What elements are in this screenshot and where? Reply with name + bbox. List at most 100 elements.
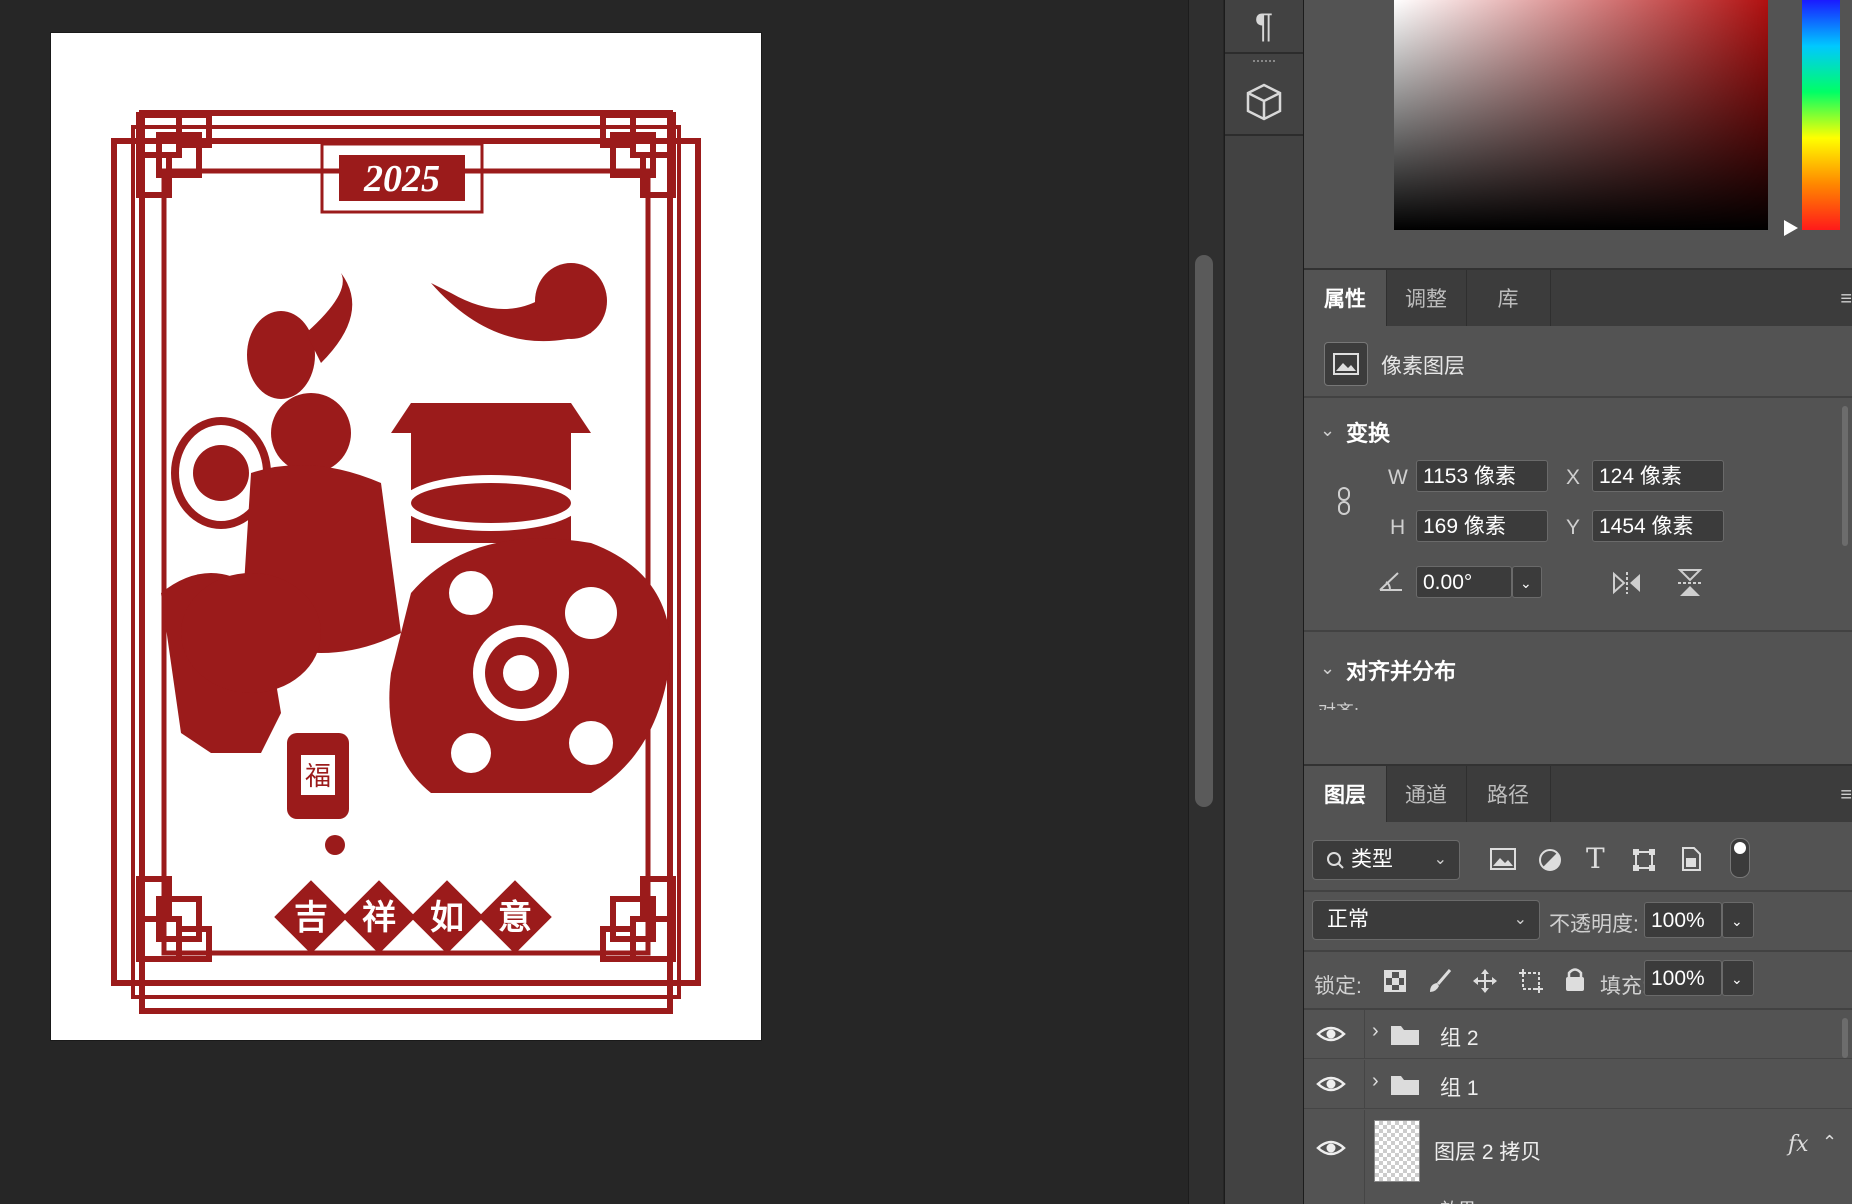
blend-mode-dropdown[interactable]: 正常 ⌄ [1312,900,1540,940]
tab-layers[interactable]: 图层 [1304,766,1387,822]
layers-tabbar: 图层 通道 路径 ≡ [1304,766,1852,822]
transform-section-title[interactable]: 变换 [1346,416,1390,448]
y-label: Y [1566,516,1581,539]
panel-menu-icon[interactable]: ≡ [1840,288,1852,311]
layer-name[interactable]: 图层 2 拷贝 [1434,1136,1541,1166]
lantern-char: 福 [305,762,331,792]
align-section-title[interactable]: 对齐并分布 [1346,654,1456,686]
tab-properties[interactable]: 属性 [1304,270,1387,326]
layer-row-layer-2-copy[interactable]: 图层 2 拷贝 fx ⌃ [1304,1110,1852,1204]
canvas-area[interactable]: 2025 福 吉 祥 如 意 [0,0,1188,1204]
cube-icon [1246,83,1282,121]
canvas-scrollbar-thumb[interactable] [1195,255,1213,807]
properties-tabbar: 属性 调整 库 ≡ [1304,270,1852,326]
layer-effects-fx-icon[interactable]: fx [1788,1132,1809,1157]
effects-sublabel: 效果 [1440,1196,1476,1204]
properties-panel: 像素图层 ⌄ 变换 W 1153 像素 X 124 像素 H 169 像素 Y … [1304,326,1852,764]
fill-chevron-down-icon[interactable]: ⌄ [1722,960,1754,996]
adjustment-filter-icon[interactable] [1538,848,1562,877]
lock-artboard-icon[interactable] [1518,968,1544,999]
width-field[interactable]: 1153 像素 [1416,460,1548,492]
visibility-eye-icon[interactable] [1316,1024,1346,1044]
layer-name[interactable]: 组 1 [1440,1072,1479,1102]
dock-divider [1225,52,1303,54]
visibility-eye-icon[interactable] [1316,1138,1346,1158]
divider [1304,950,1852,952]
shape-filter-icon[interactable] [1632,848,1656,877]
angle-dropdown-chevron-icon[interactable]: ⌄ [1512,566,1542,598]
drag-grip[interactable] [1253,60,1275,66]
color-panel [1304,0,1852,268]
opacity-label: 不透明度: [1549,913,1639,936]
tab-adjustments[interactable]: 调整 [1386,270,1467,326]
hue-slider[interactable] [1802,0,1840,230]
lock-position-icon[interactable] [1472,968,1498,999]
right-panels: 属性 调整 库 ≡ 像素图层 ⌄ 变换 W 1153 像素 X 124 像素 H… [1304,0,1852,1204]
flip-vertical-icon[interactable] [1676,566,1704,605]
text-filter-icon[interactable]: T [1586,842,1605,875]
divider [1304,396,1852,398]
smart-object-filter-icon[interactable] [1680,846,1702,877]
lock-all-icon[interactable] [1564,966,1586,997]
blessing-char-3: 如 [430,898,464,938]
y-position-field[interactable]: 1454 像素 [1592,510,1724,542]
tab-libraries[interactable]: 库 [1466,270,1551,326]
visibility-eye-icon[interactable] [1316,1074,1346,1094]
layer-row-group-1[interactable]: › 组 1 [1304,1060,1852,1109]
blend-mode-label: 正常 [1327,908,1369,931]
flip-horizontal-icon[interactable] [1610,570,1644,601]
height-label: H [1390,516,1406,539]
document-canvas[interactable]: 2025 福 吉 祥 如 意 [51,33,761,1040]
angle-field[interactable]: 0.00° [1416,566,1512,598]
search-icon [1325,841,1345,892]
year-plaque: 2025 [320,142,484,214]
3d-panel-button[interactable] [1225,70,1303,132]
layer-thumbnail[interactable] [1374,1120,1420,1182]
lock-transparent-icon[interactable] [1384,970,1406,997]
panel-menu-icon[interactable]: ≡ [1840,784,1852,807]
chevron-down-icon[interactable]: ⌄ [1320,658,1335,679]
blessing-char-4: 意 [498,898,532,938]
folder-icon [1390,1022,1420,1051]
paper-cut-artwork: 2025 福 吉 祥 如 意 [111,110,701,1014]
chevron-right-icon[interactable]: › [1372,1020,1379,1043]
paragraph-panel-button[interactable]: ¶ [1225,0,1303,52]
layers-scrollbar[interactable] [1842,1018,1848,1058]
divider [1304,890,1852,892]
tab-paths[interactable]: 路径 [1466,766,1551,822]
fill-field[interactable]: 100% [1644,960,1722,996]
layer-name[interactable]: 组 2 [1440,1022,1479,1052]
link-dimensions-icon[interactable] [1336,486,1352,516]
properties-scrollbar[interactable] [1842,406,1848,546]
image-icon [1333,353,1359,375]
blessing-char-1: 吉 [294,898,328,938]
chevron-down-icon[interactable]: ⌄ [1320,420,1335,441]
height-field[interactable]: 169 像素 [1416,510,1548,542]
blessing-char-2: 祥 [362,898,396,938]
chevron-down-icon: ⌄ [1513,911,1527,928]
lock-paint-brush-icon[interactable] [1428,968,1452,999]
opacity-field[interactable]: 100% [1644,902,1722,938]
lock-label: 锁定: [1314,975,1362,998]
x-position-field[interactable]: 124 像素 [1592,460,1724,492]
layer-row-group-2[interactable]: › 组 2 [1304,1010,1852,1059]
align-sub-label: 对齐: [1318,698,1359,710]
layer-filter-dropdown[interactable]: 类型 ⌄ [1312,840,1460,880]
layer-type-label: 像素图层 [1381,355,1465,378]
pixel-filter-icon[interactable] [1490,848,1516,875]
x-label: X [1566,466,1581,489]
layer-filter-label: 类型 [1351,848,1393,871]
tab-channels[interactable]: 通道 [1386,766,1467,822]
fill-label: 填充: [1600,975,1648,998]
hue-slider-handle[interactable] [1784,220,1798,236]
filter-toggle[interactable] [1730,838,1750,878]
dock-divider [1225,134,1303,136]
chevron-right-icon[interactable]: › [1372,1070,1379,1093]
panel-dock-column: ¶ [1224,0,1304,1204]
folder-icon [1390,1072,1420,1101]
opacity-chevron-down-icon[interactable]: ⌄ [1722,902,1754,938]
chevron-down-icon: ⌄ [1433,851,1447,868]
color-saturation-field[interactable] [1394,0,1768,230]
layers-panel: 类型 ⌄ T 正常 ⌄ 不透明度: 100% ⌄ 锁定: 填充: 100% ⌄ … [1304,822,1852,1204]
chevron-up-icon[interactable]: ⌃ [1822,1132,1837,1153]
